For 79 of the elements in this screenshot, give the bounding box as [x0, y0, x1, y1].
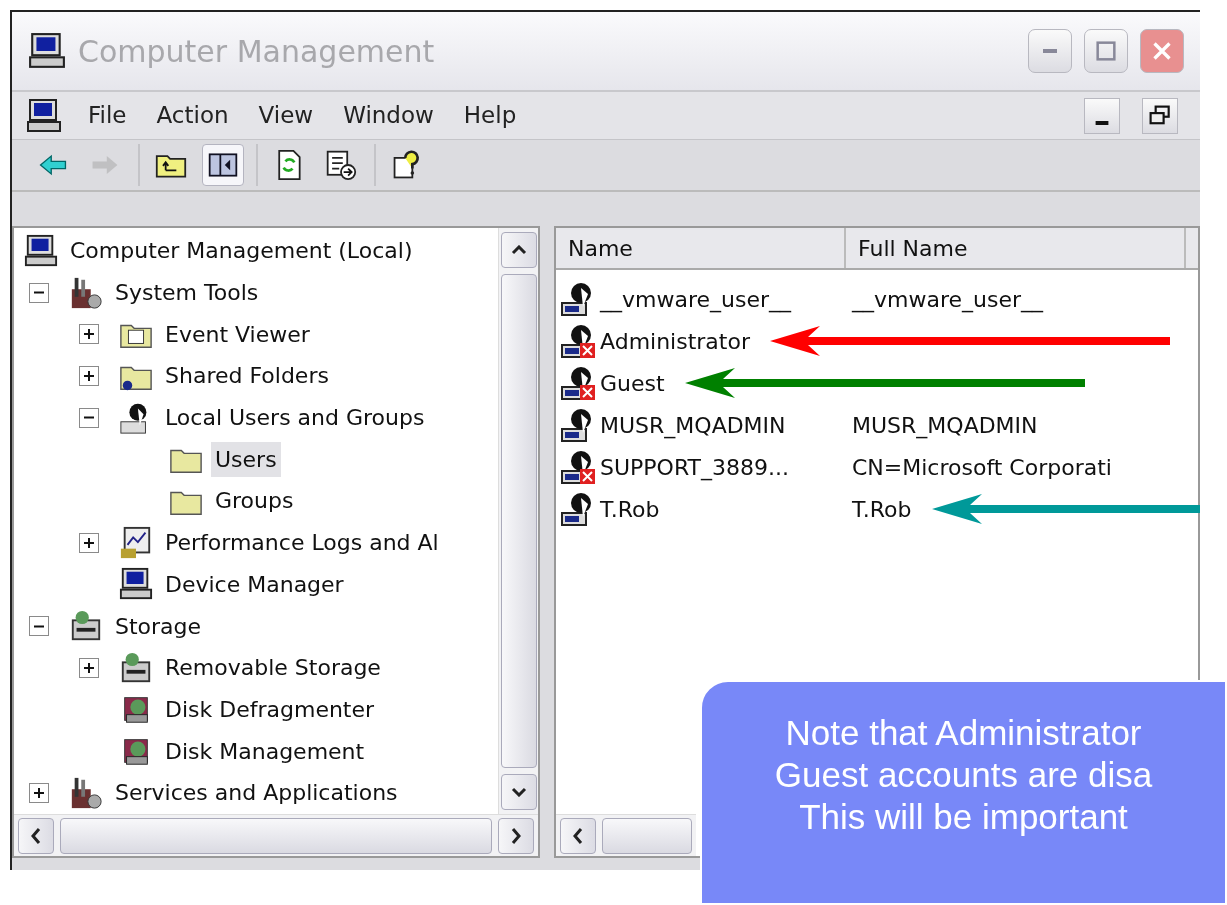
user-name[interactable]: T.Rob [600, 492, 660, 526]
horizontal-scrollbar[interactable] [556, 814, 696, 856]
tree-item[interactable]: Removable Storage [161, 650, 385, 686]
expand-toggle[interactable] [29, 782, 49, 803]
chart-icon [119, 525, 153, 560]
restore-button[interactable] [1142, 97, 1178, 134]
minus-icon [33, 291, 45, 295]
collapse-toggle[interactable] [29, 282, 49, 303]
full-name: __vmware_user__ [850, 285, 1043, 315]
caret-left-icon [31, 826, 41, 845]
caret-right-icon [511, 826, 521, 845]
expand-toggle[interactable] [79, 532, 99, 553]
collapse-toggle[interactable] [79, 407, 99, 428]
computer-icon [119, 567, 153, 602]
minus-icon [83, 416, 95, 420]
plus-icon [32, 785, 46, 800]
computer-icon [28, 32, 66, 70]
horizontal-scrollbar[interactable] [14, 814, 538, 856]
menu-item[interactable]: Window [339, 98, 438, 133]
tree-item[interactable]: Services and Applications [111, 775, 402, 811]
tree-item[interactable]: Local Users and Groups [161, 400, 429, 436]
tree-item[interactable]: Event Viewer [161, 316, 314, 352]
plus-icon [82, 535, 96, 550]
expand-toggle[interactable] [79, 324, 99, 345]
export-list-icon [325, 149, 357, 181]
window-title: Computer Management [78, 32, 436, 71]
scroll-up-button[interactable] [500, 232, 537, 268]
menu-item[interactable]: View [254, 98, 318, 133]
note-text-line: Note that Administrator [784, 712, 1143, 754]
expand-toggle[interactable] [79, 657, 99, 678]
tree-item[interactable]: Computer Management (Local) [66, 233, 417, 269]
expand-toggle[interactable] [79, 365, 99, 386]
caret-left-icon [573, 826, 583, 845]
plus-icon [82, 327, 96, 342]
tree-item[interactable]: System Tools [111, 275, 263, 311]
menu-item[interactable]: Help [459, 98, 521, 133]
user-name[interactable]: __vmware_user__ [600, 282, 791, 316]
minus-icon [33, 624, 45, 628]
full-name: MUSR_MQADMIN [851, 411, 1038, 441]
tree-item[interactable]: Device Manager [161, 566, 348, 602]
column-header[interactable]: Name [556, 228, 846, 268]
tree-item[interactable]: Disk Management [161, 733, 369, 769]
tools-icon [69, 775, 103, 810]
storage-icon [119, 650, 153, 685]
column-header[interactable]: Full Name [846, 228, 1186, 268]
note-text-line: Guest accounts are disa [773, 754, 1154, 796]
tree-item[interactable]: Shared Folders [161, 358, 333, 394]
scroll-right-button[interactable] [498, 817, 534, 854]
show-tree-button[interactable] [202, 144, 244, 186]
menu-item[interactable]: File [84, 98, 131, 133]
tree-item[interactable]: Disk Defragmenter [161, 691, 379, 727]
menu-item[interactable]: Action [152, 98, 233, 133]
scroll-left-button[interactable] [18, 817, 54, 854]
caret-up-icon [510, 245, 527, 255]
computer-icon [24, 233, 58, 268]
minimize-icon [1095, 120, 1109, 125]
collapse-toggle[interactable] [29, 616, 49, 637]
tree-item[interactable]: Users [211, 441, 281, 477]
tree-item[interactable]: Groups [211, 483, 298, 519]
minimize-button[interactable] [1084, 97, 1120, 134]
vertical-scrollbar[interactable] [498, 228, 538, 814]
minimize-icon [1041, 47, 1059, 55]
scroll-down-button[interactable] [500, 774, 537, 810]
user-name[interactable]: MUSR_MQADMIN [600, 408, 786, 442]
tools-icon [69, 275, 103, 310]
scroll-thumb[interactable] [60, 817, 492, 854]
plus-icon [82, 368, 96, 383]
scroll-left-button[interactable] [560, 817, 596, 854]
tree-item[interactable]: Performance Logs and Al [161, 525, 443, 561]
note-text-line: This will be important [798, 796, 1129, 838]
full-name: T.Rob [851, 495, 912, 524]
maximize-button[interactable] [1084, 29, 1128, 73]
scroll-thumb[interactable] [602, 817, 692, 854]
plus-icon [82, 660, 96, 675]
computer-icon [26, 97, 62, 134]
scroll-thumb[interactable] [500, 274, 537, 768]
full-name: CN=Microsoft Corporati [851, 453, 1112, 482]
tree-item[interactable]: Storage [111, 608, 206, 644]
caret-down-icon [510, 787, 527, 797]
